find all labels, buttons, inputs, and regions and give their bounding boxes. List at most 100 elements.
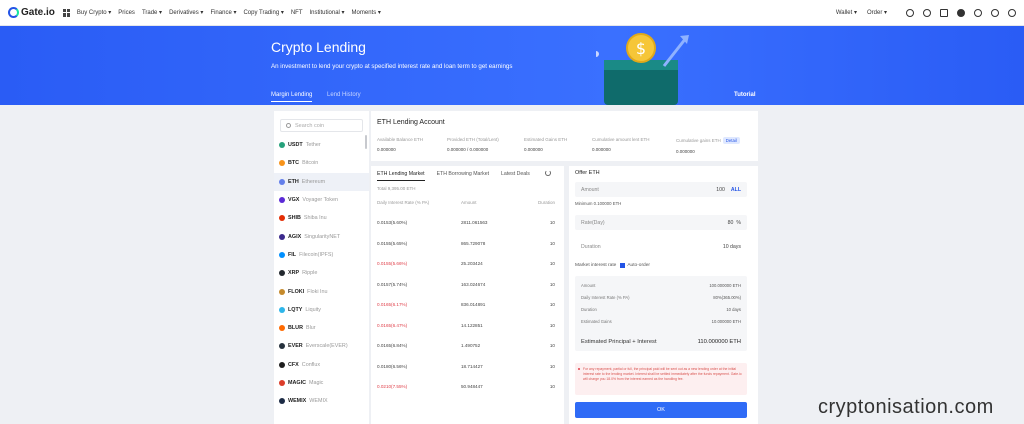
coin-name: SingularityNET (304, 233, 341, 240)
coin-name: Blur (305, 325, 316, 332)
coin-search-input[interactable]: Search coin (280, 119, 363, 132)
cell-duration: 10 (549, 322, 555, 328)
clock-icon[interactable] (991, 8, 999, 17)
nav-prices[interactable]: Prices (118, 10, 135, 16)
nav-derivatives[interactable]: Derivatives ▾ (169, 9, 203, 16)
tab-margin-lending[interactable]: Margin Lending (271, 92, 313, 102)
sidebar-coin-xrp[interactable]: XRP Ripple (274, 264, 369, 282)
nav-finance[interactable]: Finance ▾ (210, 9, 236, 16)
auto-order-checkbox[interactable] (620, 263, 626, 268)
rate-value: 80 (727, 219, 734, 226)
cfx-coin-icon (279, 361, 285, 368)
header-amount: Amount (461, 200, 477, 205)
sidebar-coin-ever[interactable]: EVER Everscale(EVER) (274, 337, 369, 355)
agix-coin-icon (279, 233, 285, 240)
cell-duration: 10 (549, 302, 555, 307)
auto-order-label[interactable]: Auto-order (627, 263, 650, 268)
bell-icon[interactable] (923, 8, 931, 17)
cell-duration: 10 (549, 240, 555, 246)
cell-rate: 0.0155(5.65%) (377, 240, 408, 246)
cell-rate: 0.0210(7.55%) (377, 384, 408, 389)
coin-symbol: LQTY (288, 306, 303, 313)
sidebar-coin-eth[interactable]: ETH Ethereum (274, 172, 369, 191)
tab-eth-borrowing-market[interactable]: ETH Borrowing Market (437, 171, 489, 177)
coin-name: Everscale(EVER) (305, 343, 348, 350)
duration-field[interactable]: Duration 10 days (575, 239, 747, 254)
cell-rate: 0.0165(6.84%) (377, 343, 408, 348)
sidebar-coin-fil[interactable]: FIL Filecoin(IPFS) (274, 246, 369, 264)
coin-symbol: FIL (288, 251, 297, 258)
sidebar-coin-btc[interactable]: BTC Bitcoin (274, 154, 369, 172)
tab-latest-deals[interactable]: Latest Deals (501, 171, 530, 177)
offer-form: Offer ETH Amount 100 ALL Minimum 0.10000… (564, 166, 758, 424)
market-rate-label[interactable]: Market interest rate (575, 263, 616, 268)
summary-label: Duration (581, 307, 597, 312)
tutorial-link[interactable]: Tutorial (734, 92, 756, 98)
hero-banner: Crypto Lending An investment to lend you… (0, 26, 1024, 105)
coin-symbol: XRP (288, 270, 300, 277)
amount-input[interactable]: Amount 100 ALL (575, 182, 747, 197)
cell-rate: 0.0157(5.74%) (377, 281, 408, 287)
top-nav: Gate.io Buy Crypto ▾ Prices Trade ▾ Deri… (0, 0, 1024, 26)
coin-name: Bitcoin (302, 160, 319, 167)
summary-label: Amount (581, 283, 596, 288)
stat-label: Cumulative amount lent ETH (592, 137, 650, 142)
sidebar-scrollbar[interactable] (365, 135, 367, 149)
page-subtitle: An investment to lend your crypto at spe… (271, 63, 513, 70)
summary-row: Estimated Gains 10.000000 ETH (581, 319, 741, 324)
sidebar-coin-agix[interactable]: AGIX SingularityNET (274, 227, 369, 245)
sidebar-coin-vgx[interactable]: VGX Voyager Token (274, 191, 369, 209)
nav-copy-trading[interactable]: Copy Trading ▾ (243, 9, 283, 16)
coin-name: Conflux (301, 361, 321, 368)
sidebar-coin-blur[interactable]: BLUR Blur (274, 319, 369, 337)
tab-eth-lending-market[interactable]: ETH Lending Market (377, 171, 425, 181)
nav-order[interactable]: Order ▾ (867, 9, 887, 16)
offer-title: Offer ETH (575, 170, 600, 176)
nav-wallet[interactable]: Wallet ▾ (836, 9, 857, 16)
amount-value: 100 (716, 186, 725, 193)
tab-lend-history[interactable]: Lend History (327, 92, 361, 98)
stat-value: 0.000000 (592, 147, 611, 152)
cell-amount: 14.122851 (461, 322, 483, 328)
coin-name: Liquity (305, 306, 321, 313)
download-app-icon[interactable] (940, 8, 948, 17)
header-rate: Daily Interest Rate (% PA) (377, 200, 430, 205)
coin-name: WEMIX (309, 398, 328, 405)
rate-unit: % (736, 219, 741, 226)
nav-nft[interactable]: NFT (291, 10, 303, 16)
nav-institutional[interactable]: Institutional ▾ (310, 9, 345, 16)
apps-grid-icon[interactable] (62, 8, 71, 17)
main-panel: ETH Lending Account Available Balance ET… (371, 111, 758, 424)
stat-value: 0.000000 (676, 149, 695, 154)
settings-gear-icon[interactable] (1008, 8, 1016, 17)
btc-coin-icon (279, 160, 285, 167)
stat-cumulative-lent: Cumulative amount lent ETH 0.000000 (592, 137, 650, 152)
rate-label: Rate(Day) (581, 219, 605, 226)
detail-button[interactable]: Detail (722, 137, 740, 144)
rate-input[interactable]: Rate(Day) 80 % (575, 215, 747, 230)
market-tabs: ETH Lending Market ETH Borrowing Market … (377, 171, 542, 181)
estimated-label: Estimated Principal + Interest (581, 339, 657, 345)
nav-trade[interactable]: Trade ▾ (142, 9, 162, 16)
refresh-icon[interactable] (545, 170, 551, 176)
sidebar-coin-lqty[interactable]: LQTY Liquity (274, 301, 369, 319)
cell-amount: 1.490752 (461, 343, 481, 348)
sidebar-coin-usdt[interactable]: USDT Tether (274, 136, 369, 154)
ok-button[interactable]: OK (575, 402, 747, 418)
user-icon[interactable] (906, 8, 914, 17)
stat-label: Cumulative gains ETH (676, 138, 721, 143)
nav-buy-crypto[interactable]: Buy Crypto ▾ (77, 9, 111, 16)
stat-value: 0.000000 (524, 147, 543, 152)
all-button[interactable]: ALL (731, 187, 741, 193)
cell-amount: 18.714427 (461, 363, 483, 369)
theme-moon-icon[interactable] (957, 8, 965, 17)
sidebar-coin-wemix[interactable]: WEMIX WEMIX (274, 392, 369, 410)
sidebar-coin-magic[interactable]: MAGIC Magic (274, 374, 369, 392)
gate-logo[interactable]: Gate.io (8, 7, 55, 18)
sidebar-coin-floki[interactable]: FLOKI Floki Inu (274, 282, 369, 300)
nav-moments[interactable]: Moments ▾ (352, 9, 381, 16)
sidebar-coin-shib[interactable]: SHIB Shiba Inu (274, 209, 369, 227)
cell-rate: 0.0180(6.56%) (377, 363, 408, 369)
language-globe-icon[interactable] (974, 8, 982, 17)
sidebar-coin-cfx[interactable]: CFX Conflux (274, 356, 369, 374)
